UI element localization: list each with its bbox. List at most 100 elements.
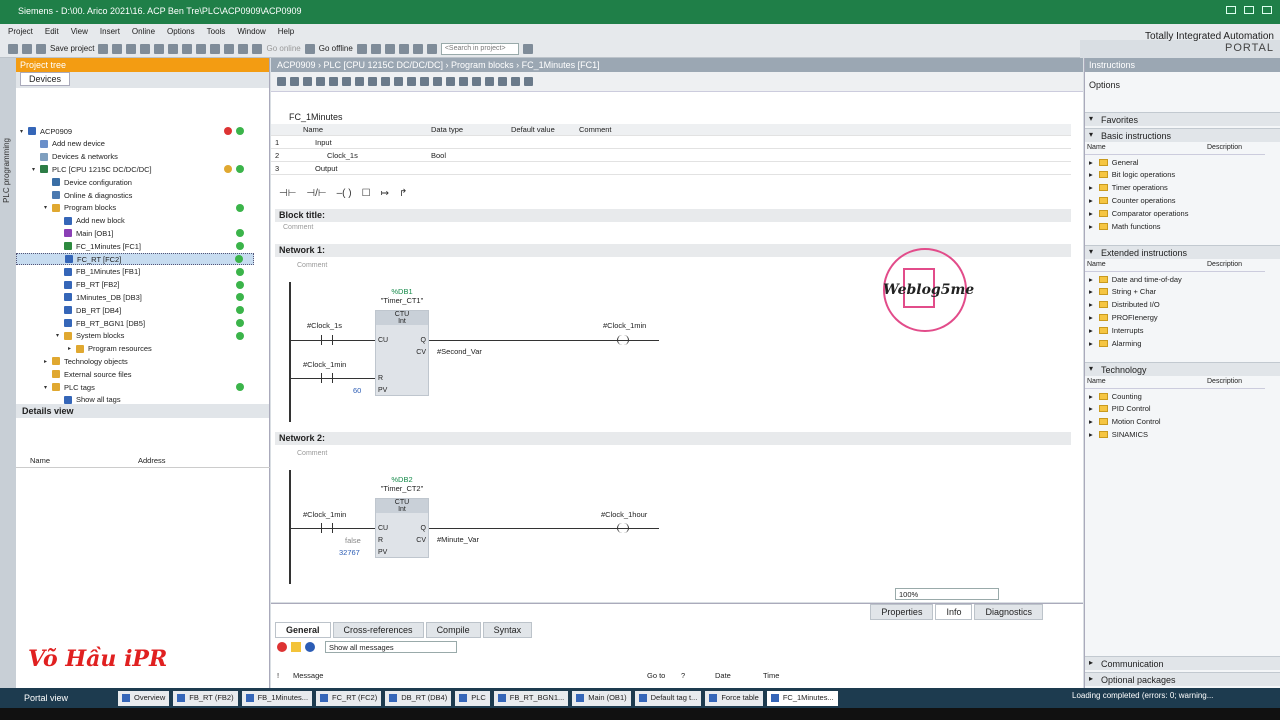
task-fb-rt[interactable]: FB_RT (FB2)	[173, 690, 238, 706]
task-default-tag-table[interactable]: Default tag t...	[634, 690, 702, 706]
task-force-table[interactable]: Force table	[705, 690, 763, 706]
editor-tool-18-icon[interactable]	[498, 77, 507, 86]
instruction-folder[interactable]: ▸ PROFIenergy	[1089, 311, 1158, 323]
cv-var[interactable]: #Second_Var	[437, 347, 482, 356]
instruction-folder[interactable]: ▸ SINAMICS	[1089, 428, 1148, 440]
expand-arrow-icon[interactable]: ▾	[32, 166, 40, 173]
instruction-folder[interactable]: ▸ Math functions	[1089, 220, 1161, 232]
cut-icon[interactable]	[112, 43, 123, 54]
pv-value[interactable]: 60	[353, 386, 361, 395]
expand-arrow-icon[interactable]: ▸	[1089, 209, 1093, 218]
close-branch-icon[interactable]: ↱	[399, 188, 407, 199]
extended-instructions-header[interactable]: Extended instructions	[1085, 245, 1280, 259]
tree-item[interactable]: External source files	[16, 368, 254, 380]
tree-item[interactable]: ▾ PLC [CPU 1215C DC/DC/DC]	[16, 163, 254, 175]
network-2-comment[interactable]: Comment	[297, 450, 327, 457]
tree-item[interactable]: Add new device	[16, 138, 254, 150]
coil-clock-1hour[interactable]	[617, 523, 629, 533]
undo-icon[interactable]	[168, 43, 179, 54]
expand-arrow-icon[interactable]: ▸	[44, 358, 52, 365]
instruction-folder[interactable]: ▸ Alarming	[1089, 337, 1141, 349]
expand-arrow-icon[interactable]: ▸	[1089, 158, 1093, 167]
optional-packages-header[interactable]: Optional packages	[1085, 672, 1280, 686]
tree-item[interactable]: DB_RT [DB4]	[16, 304, 254, 316]
menu-window[interactable]: Window	[237, 27, 265, 37]
instruction-folder[interactable]: ▸ Bit logic operations	[1089, 169, 1175, 181]
reset-value[interactable]: false	[345, 536, 361, 545]
expand-arrow-icon[interactable]: ▸	[1089, 287, 1093, 296]
coil-var[interactable]: #Clock_1min	[603, 321, 646, 330]
cv-var[interactable]: #Minute_Var	[437, 535, 479, 544]
editor-tool-4-icon[interactable]	[316, 77, 325, 86]
task-overview[interactable]: Overview	[118, 690, 170, 706]
nc-contact-icon[interactable]: ⊣/⊢	[306, 188, 326, 199]
editor-tool-14-icon[interactable]	[446, 77, 455, 86]
go-offline-icon[interactable]	[304, 43, 315, 54]
editor-tool-7-icon[interactable]	[355, 77, 364, 86]
zoom-select[interactable]: 100%	[895, 588, 999, 600]
tree-item[interactable]: ▸ Technology objects	[16, 355, 254, 367]
block-title-row[interactable]: Block title:	[275, 209, 1071, 222]
tree-item[interactable]: 1Minutes_DB [DB3]	[16, 291, 254, 303]
paste-icon[interactable]	[140, 43, 151, 54]
instruction-folder[interactable]: ▸ Comparator operations	[1089, 207, 1188, 219]
coil-icon[interactable]: –( )	[337, 188, 352, 199]
menu-view[interactable]: View	[71, 27, 88, 37]
search-icon[interactable]	[522, 43, 533, 54]
editor-tool-3-icon[interactable]	[303, 77, 312, 86]
coil-var[interactable]: #Clock_1hour	[601, 510, 647, 519]
open-project-icon[interactable]	[22, 43, 32, 54]
instruction-folder[interactable]: ▸ String + Char	[1089, 286, 1156, 298]
new-project-icon[interactable]	[8, 43, 18, 54]
instruction-folder[interactable]: ▸ PID Control	[1089, 403, 1151, 415]
contact-reset[interactable]	[321, 373, 333, 383]
menu-insert[interactable]: Insert	[100, 27, 120, 37]
expand-arrow-icon[interactable]: ▸	[1089, 417, 1093, 426]
redo-icon[interactable]	[182, 43, 193, 54]
tree-item[interactable]: Add new block	[16, 215, 254, 227]
expand-arrow-icon[interactable]: ▾	[44, 204, 52, 211]
subtab-general[interactable]: General	[275, 622, 331, 638]
communication-header[interactable]: Communication	[1085, 656, 1280, 670]
ctu-block-2[interactable]: CTU Int CU R PV Q CV	[375, 498, 429, 558]
instruction-folder[interactable]: ▸ Motion Control	[1089, 416, 1161, 428]
editor-tool-8-icon[interactable]	[368, 77, 377, 86]
ctu-block-1[interactable]: CTU Int CU R PV Q CV	[375, 310, 429, 396]
contact-var[interactable]: #Clock_1min	[303, 510, 346, 519]
close-button[interactable]	[1262, 6, 1272, 14]
search-in-project-input[interactable]: <Search in project>	[440, 42, 519, 55]
col-name[interactable]: Name	[30, 456, 50, 465]
menu-edit[interactable]: Edit	[45, 27, 59, 37]
tree-item[interactable]: Device configuration	[16, 176, 254, 188]
expand-arrow-icon[interactable]: ▸	[1089, 183, 1093, 192]
cross-icon[interactable]	[398, 43, 409, 54]
instruction-folder[interactable]: ▸ Interrupts	[1089, 324, 1143, 336]
expand-arrow-icon[interactable]: ▸	[1089, 275, 1093, 284]
expand-arrow-icon[interactable]: ▾	[56, 332, 64, 339]
subtab-cross-references[interactable]: Cross-references	[332, 622, 424, 638]
interface-row[interactable]: 1 Input	[271, 137, 1071, 149]
empty-box-icon[interactable]: ☐	[362, 188, 371, 199]
tree-item[interactable]: ▸ Program resources	[16, 343, 254, 355]
basic-instructions-header[interactable]: Basic instructions	[1085, 128, 1280, 142]
expand-arrow-icon[interactable]: ▾	[20, 128, 28, 135]
copy-icon[interactable]	[126, 43, 137, 54]
go-online-icon[interactable]	[252, 43, 263, 54]
editor-tool-13-icon[interactable]	[433, 77, 442, 86]
info-filter-icon[interactable]	[305, 642, 315, 652]
print-icon[interactable]	[98, 43, 109, 54]
expand-arrow-icon[interactable]: ▸	[1089, 430, 1093, 439]
coil-clock-1min[interactable]	[617, 335, 629, 345]
warning-filter-icon[interactable]	[291, 642, 301, 652]
editor-tool-9-icon[interactable]	[381, 77, 390, 86]
tree-item[interactable]: Online & diagnostics	[16, 189, 254, 201]
start-cpu-icon[interactable]	[370, 43, 381, 54]
editor-tool-10-icon[interactable]	[394, 77, 403, 86]
task-fc-rt[interactable]: FC_RT (FC2)	[316, 690, 382, 706]
instruction-folder[interactable]: ▸ Date and time-of-day	[1089, 273, 1182, 285]
expand-arrow-icon[interactable]: ▸	[1089, 300, 1093, 309]
tree-item[interactable]: FB_RT_BGN1 [DB5]	[16, 317, 254, 329]
maximize-button[interactable]	[1244, 6, 1254, 14]
expand-arrow-icon[interactable]: ▸	[1089, 222, 1093, 231]
no-contact-icon[interactable]: ⊣⊢	[279, 188, 296, 199]
